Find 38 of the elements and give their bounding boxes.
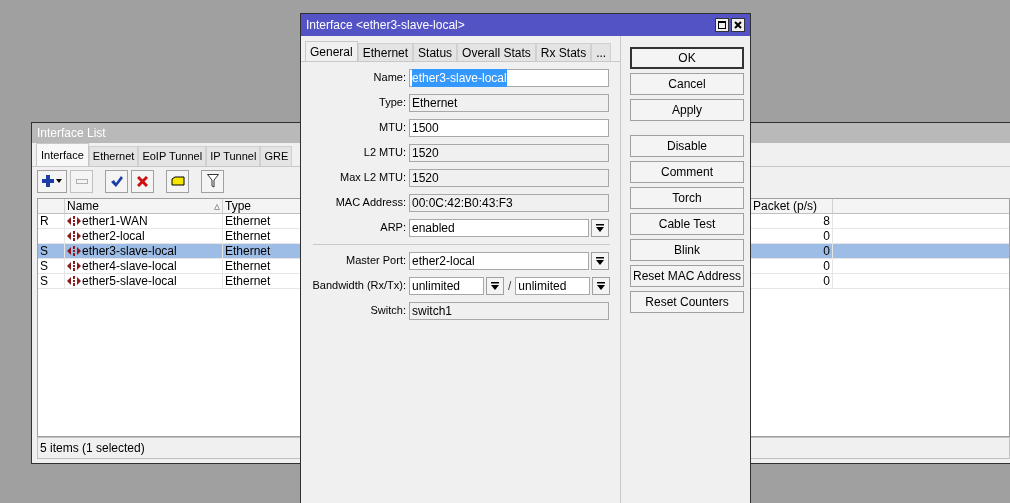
flag-cell: S bbox=[40, 244, 48, 258]
dialog-title: Interface <ether3-slave-local> bbox=[306, 17, 465, 34]
table-cell: 0 bbox=[823, 259, 830, 273]
flag-cell: S bbox=[40, 259, 48, 273]
table-cell: ether3-slave-local bbox=[82, 244, 177, 258]
field-label: L2 MTU: bbox=[363, 145, 406, 161]
field-label: Master Port: bbox=[346, 253, 406, 269]
read-only-field: 1520 bbox=[409, 168, 609, 187]
field-label: MAC Address: bbox=[335, 195, 406, 211]
table-cell: 0 bbox=[823, 274, 830, 288]
table-cell: Ethernet bbox=[225, 214, 271, 228]
field-label: MTU: bbox=[379, 120, 406, 136]
table-cell: Ethernet bbox=[225, 229, 271, 243]
table-cell: ether4-slave-local bbox=[82, 259, 177, 273]
table-cell: Ethernet bbox=[225, 244, 271, 258]
read-only-field: 00:0C:42:B0:43:F3 bbox=[409, 193, 609, 212]
status-text: 5 items (1 selected) bbox=[40, 440, 145, 457]
table-cell: 8 bbox=[823, 214, 830, 228]
table-cell: 0 bbox=[823, 229, 830, 243]
table-cell: Ethernet bbox=[225, 274, 271, 288]
read-only-field: 1520 bbox=[409, 143, 609, 162]
read-only-field: Ethernet bbox=[409, 93, 609, 112]
field-label: ARP: bbox=[380, 220, 406, 236]
window-title: Interface List bbox=[37, 125, 106, 142]
table-cell: ether5-slave-local bbox=[82, 274, 177, 288]
separator-text: / bbox=[507, 277, 513, 295]
table-cell: 0 bbox=[823, 244, 830, 258]
table-cell: ether1-WAN bbox=[82, 214, 148, 228]
table-cell: ether2-local bbox=[82, 229, 145, 243]
field-label: Max L2 MTU: bbox=[340, 170, 406, 186]
table-cell: Ethernet bbox=[225, 259, 271, 273]
field-label: Bandwidth (Rx/Tx): bbox=[312, 278, 406, 294]
field-label: Type: bbox=[379, 95, 406, 111]
flag-cell: S bbox=[40, 274, 48, 288]
field-label: Name: bbox=[373, 70, 406, 86]
flag-cell: R bbox=[40, 214, 49, 228]
field-label: Switch: bbox=[370, 303, 406, 319]
read-only-field: switch1 bbox=[409, 301, 609, 320]
